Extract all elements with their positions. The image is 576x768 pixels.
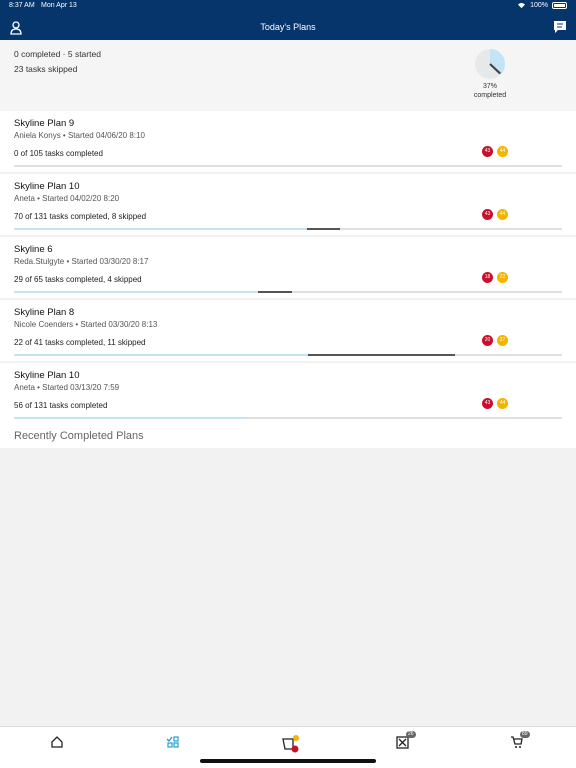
progress-done — [14, 228, 307, 230]
pie-chart — [475, 49, 505, 79]
completion-pie: 37% completed — [466, 48, 514, 100]
progress-done — [14, 417, 248, 419]
progress-done — [14, 291, 259, 293]
plan-row[interactable]: Skyline Plan 10 Aneta • Started 03/13/20… — [0, 363, 576, 424]
yellow-count-badge: 44 — [497, 146, 508, 157]
progress-track — [14, 228, 562, 230]
summary-panel: 0 completed · 5 started 23 tasks skipped… — [0, 40, 576, 110]
battery-percent: 100% — [530, 2, 548, 9]
tab-alerts[interactable] — [282, 735, 299, 753]
checklist-grid-icon — [166, 736, 179, 748]
plan-tasks: 29 of 65 tasks completed, 4 skipped — [14, 275, 142, 284]
plan-meta: Nicole Coenders • Started 03/30/20 8:13 — [14, 320, 158, 329]
home-icon — [51, 736, 63, 748]
red-count-badge: 43 — [482, 398, 493, 409]
progress-skipped — [306, 228, 341, 230]
plan-row[interactable]: Skyline Plan 10 Aneta • Started 04/02/20… — [0, 174, 576, 235]
recently-completed-header: Recently Completed Plans — [0, 424, 576, 448]
pie-percent: 37% — [482, 83, 497, 90]
yellow-count-badge: 44 — [497, 398, 508, 409]
plan-meta: Aniela Konys • Started 04/06/20 8:10 — [14, 131, 145, 140]
page-title: Today's Plans — [260, 22, 316, 32]
cart-count-badge: 89 — [520, 731, 530, 738]
messages-button[interactable] — [553, 20, 567, 34]
plan-row[interactable]: Skyline Plan 9 Aniela Konys • Started 04… — [0, 111, 576, 172]
plan-tasks: 70 of 131 tasks completed, 8 skipped — [14, 212, 147, 221]
yellow-count-badge: 22 — [497, 272, 508, 283]
flag-alert-icon — [282, 735, 299, 753]
summary-skipped: 23 tasks skipped — [14, 64, 78, 74]
plan-name: Skyline Plan 8 — [14, 307, 75, 318]
top-bar: 8:37 AM Mon Apr 13 100% Today's Plans — [0, 0, 576, 40]
plan-name: Skyline Plan 10 — [14, 370, 80, 381]
yellow-count-badge: 27 — [497, 335, 508, 346]
progress-track — [14, 417, 562, 419]
status-right: 100% — [517, 2, 567, 9]
plan-meta: Reda.Stulgyte • Started 03/30/20 8:17 — [14, 257, 149, 266]
progress-track — [14, 165, 562, 167]
plan-row[interactable]: Skyline 6 Reda.Stulgyte • Started 03/30/… — [0, 237, 576, 298]
plan-meta: Aneta • Started 03/13/20 7:59 — [14, 383, 120, 392]
plan-name: Skyline Plan 9 — [14, 118, 75, 129]
plan-tasks: 0 of 105 tasks completed — [14, 149, 103, 158]
chat-icon — [554, 21, 566, 33]
red-count-badge: 43 — [482, 209, 493, 220]
recently-completed-title: Recently Completed Plans — [14, 430, 144, 442]
tab-home[interactable] — [50, 735, 66, 751]
plan-name: Skyline 6 — [14, 244, 53, 255]
tab-plans[interactable] — [166, 735, 182, 751]
progress-skipped — [308, 354, 456, 356]
pie-label: completed — [473, 92, 507, 99]
issues-count-badge: 26 — [406, 731, 416, 738]
plan-tasks: 56 of 131 tasks completed — [14, 401, 108, 410]
home-indicator — [200, 759, 376, 763]
red-count-badge: 43 — [482, 146, 493, 157]
red-count-badge: 20 — [482, 335, 493, 346]
progress-done — [14, 354, 309, 356]
progress-track — [14, 291, 562, 293]
status-date: Mon Apr 13 — [41, 2, 77, 9]
tab-issues[interactable]: 26 — [396, 731, 416, 751]
status-time: 8:37 AM — [9, 2, 35, 9]
plan-meta: Aneta • Started 04/02/20 8:20 — [14, 194, 120, 203]
wifi-icon — [518, 2, 526, 9]
plan-tasks: 22 of 41 tasks completed, 11 skipped — [14, 338, 146, 347]
tab-cart[interactable]: 89 — [510, 731, 530, 751]
battery-icon — [552, 2, 567, 9]
plan-name: Skyline Plan 10 — [14, 181, 80, 192]
red-count-badge: 18 — [482, 272, 493, 283]
progress-track — [14, 354, 562, 356]
summary-started: 0 completed · 5 started — [14, 49, 101, 59]
plan-row[interactable]: Skyline Plan 8 Nicole Coenders • Started… — [0, 300, 576, 361]
progress-skipped — [258, 291, 293, 293]
yellow-count-badge: 44 — [497, 209, 508, 220]
